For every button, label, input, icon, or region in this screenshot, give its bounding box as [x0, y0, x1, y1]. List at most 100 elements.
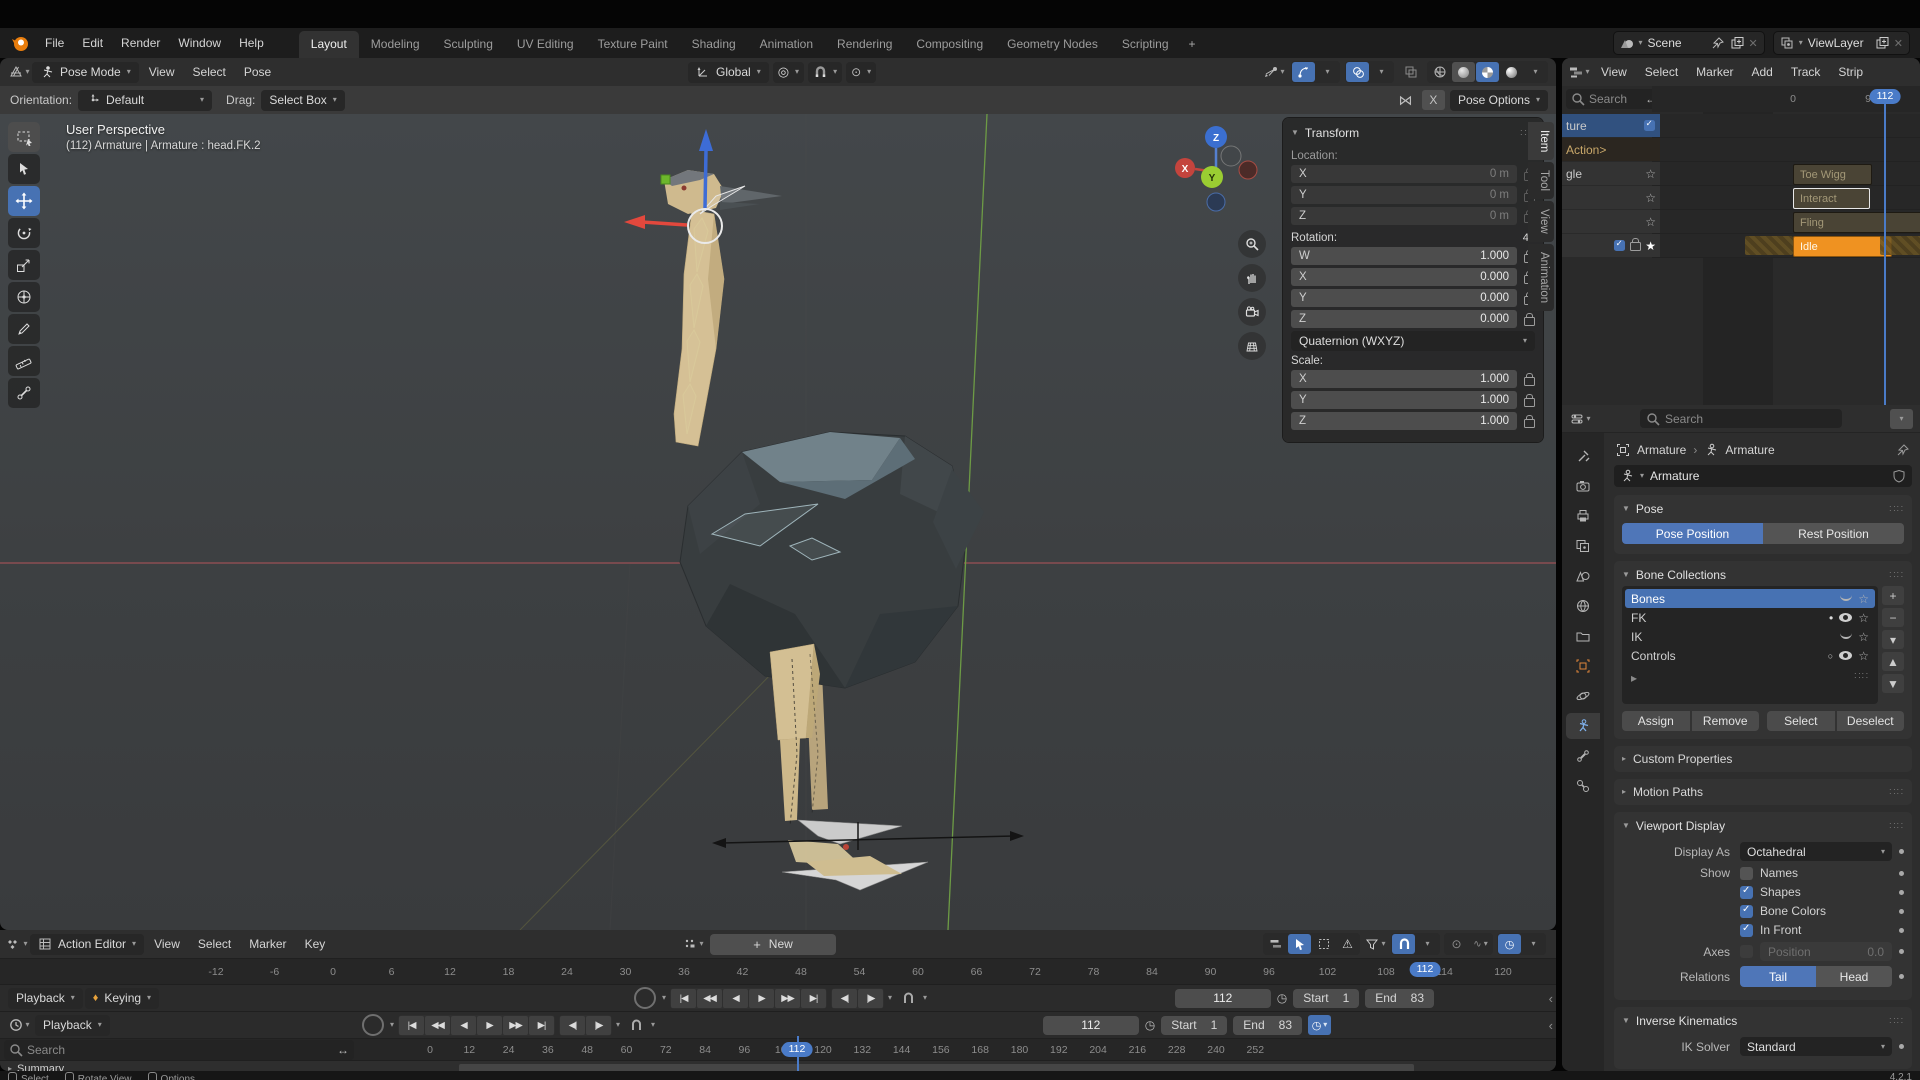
start-frame-field-1[interactable]: Start1 — [1293, 989, 1359, 1008]
axes-checkbox[interactable] — [1740, 945, 1753, 958]
properties-tab-output[interactable] — [1566, 503, 1600, 529]
assign-button[interactable]: Assign — [1622, 711, 1690, 731]
show-hidden-toggle[interactable] — [1312, 934, 1335, 954]
editor-type-button[interactable]: ▾ — [8, 62, 31, 82]
workspace-tab-rendering[interactable]: Rendering — [825, 31, 904, 58]
workspace-tab-scripting[interactable]: Scripting — [1110, 31, 1181, 58]
tool-scale[interactable] — [8, 250, 40, 280]
visibility-dropdown[interactable]: ▾ — [1263, 62, 1286, 82]
menu-edit[interactable]: Edit — [73, 33, 112, 53]
remove-viewlayer-icon[interactable]: ✕ — [1894, 37, 1903, 50]
unlink-scene-icon[interactable]: ✕ — [1749, 37, 1758, 50]
camera-view-button[interactable] — [1238, 298, 1266, 326]
move-up-collection-button[interactable]: ▲ — [1882, 652, 1904, 671]
rotation-z-field[interactable]: Z0.000 — [1291, 310, 1517, 328]
snap-playhead-toggle-2[interactable] — [624, 1015, 647, 1035]
bone-collection-controls[interactable]: Controls○☆ — [1625, 646, 1875, 665]
tool-transform[interactable] — [8, 282, 40, 312]
nla-track-4[interactable]: ☆ — [1562, 210, 1660, 233]
specials-collection-button[interactable]: ▾ — [1882, 630, 1904, 649]
nla-menu-track[interactable]: Track — [1782, 62, 1830, 82]
star-icon[interactable]: ☆ — [1858, 650, 1869, 662]
tool-rotate[interactable] — [8, 218, 40, 248]
properties-editor-type-button[interactable]: ▾ — [1569, 409, 1592, 429]
dopesheet-ruler-playhead-badge[interactable]: 112 — [1410, 962, 1441, 977]
shading-material[interactable] — [1476, 62, 1499, 82]
transport2-prev[interactable]: ◀ — [451, 1016, 476, 1035]
npanel-tab-tool[interactable]: Tool — [1528, 162, 1554, 199]
tool-measure[interactable] — [8, 346, 40, 376]
dopesheet-editor-type-button[interactable]: ▾ — [6, 934, 29, 954]
new-viewlayer-icon[interactable] — [1875, 36, 1889, 50]
pin-icon[interactable] — [1711, 36, 1725, 50]
shading-wireframe[interactable] — [1428, 62, 1451, 82]
falloff-dropdown[interactable]: ∿▾ — [1469, 934, 1492, 954]
xray-toggle[interactable] — [1399, 62, 1422, 82]
eye-closed-icon[interactable] — [1840, 593, 1852, 601]
current-frame-field-1[interactable]: 112 — [1175, 989, 1271, 1008]
dopesheet-mode-dropdown[interactable]: Action Editor▾ — [30, 934, 144, 955]
sync-dropdown[interactable]: ▾ — [1522, 934, 1545, 954]
viewport-canvas[interactable]: User Perspective (112) Armature | Armatu… — [0, 114, 1556, 930]
bone-collection-bones[interactable]: Bones☆ — [1625, 589, 1875, 608]
star-icon[interactable]: ☆ — [1858, 612, 1869, 624]
breadcrumb-data[interactable]: Armature — [1725, 443, 1774, 457]
deselect-button[interactable]: Deselect — [1837, 711, 1905, 731]
filter-dropdown[interactable]: ▾ — [1364, 934, 1387, 954]
timeline-ruler[interactable]: Search ↔ 0122436486072849610812013214415… — [0, 1038, 1556, 1060]
transport2-barprev[interactable]: |◀ — [399, 1016, 424, 1035]
pose-options-dropdown[interactable]: Pose Options▾ — [1450, 90, 1548, 111]
eye-closed-icon[interactable] — [1840, 631, 1852, 639]
current-frame-field-2[interactable]: 112 — [1043, 1016, 1139, 1035]
menu-file[interactable]: File — [36, 33, 73, 53]
viewport-menu-pose[interactable]: Pose — [235, 62, 280, 82]
timeline-search-field[interactable]: Search ↔ — [4, 1040, 354, 1060]
workspace-tab-geometry-nodes[interactable]: Geometry Nodes — [995, 31, 1110, 58]
workspace-tab-modeling[interactable]: Modeling — [359, 31, 432, 58]
workspace-tab-layout[interactable]: Layout — [299, 31, 359, 58]
nla-playhead-badge[interactable]: 112 — [1870, 89, 1901, 104]
snapping-toggle[interactable] — [1392, 934, 1415, 954]
auto-keying-toggle-2[interactable] — [362, 1014, 384, 1036]
summary-row[interactable]: ▸Summary — [0, 1060, 1556, 1071]
show-channels-toggle[interactable] — [1264, 934, 1287, 954]
show-overlays-toggle[interactable] — [1346, 62, 1369, 82]
animate-dot[interactable] — [1899, 871, 1904, 876]
move-down-collection-button[interactable]: ▼ — [1882, 674, 1904, 693]
bone-colors-checkbox[interactable] — [1740, 905, 1753, 918]
nla-menu-add[interactable]: Add — [1743, 62, 1782, 82]
armature-name-field[interactable]: ▾ Armature — [1614, 465, 1912, 487]
axis-gizmo[interactable]: Z X Y — [1168, 116, 1268, 221]
jump1-barnext[interactable]: |▶ — [858, 989, 883, 1008]
dopesheet-menu-marker[interactable]: Marker — [240, 934, 295, 954]
properties-tab-object[interactable] — [1566, 653, 1600, 679]
tool-annotate[interactable] — [8, 314, 40, 344]
snap-playhead-toggle-1[interactable] — [896, 988, 919, 1008]
transport1-prev[interactable]: ◀ — [723, 989, 748, 1008]
mirror-x-toggle[interactable]: X — [1422, 90, 1445, 110]
transport1-nextbar[interactable]: ▶| — [801, 989, 826, 1008]
end-frame-field-2[interactable]: End83 — [1233, 1016, 1302, 1035]
scale-x-lock-icon[interactable] — [1524, 377, 1535, 386]
workspace-tab-shading[interactable]: Shading — [680, 31, 748, 58]
properties-tab-bone[interactable] — [1566, 743, 1600, 769]
tool-pose-tool[interactable] — [8, 378, 40, 408]
shield-icon[interactable] — [1892, 469, 1906, 483]
breadcrumb-object[interactable]: Armature — [1637, 443, 1686, 457]
dopesheet-menu-key[interactable]: Key — [296, 934, 335, 954]
track-checkbox[interactable] — [1644, 120, 1655, 131]
workspace-tab-sculpting[interactable]: Sculpting — [432, 31, 505, 58]
nla-track-3[interactable]: ☆ — [1562, 186, 1660, 209]
npanel-tab-item[interactable]: Item — [1528, 122, 1554, 160]
region-collapse-1[interactable]: ‹ — [1549, 991, 1553, 1006]
nla-track-5[interactable]: ★ — [1562, 234, 1660, 257]
start-frame-field-2[interactable]: Start1 — [1161, 1016, 1227, 1035]
properties-search-field[interactable]: Search — [1640, 409, 1842, 428]
properties-options-dropdown[interactable]: ▾ — [1890, 409, 1913, 429]
nla-menu-marker[interactable]: Marker — [1687, 62, 1742, 82]
nla-strip-interact[interactable]: Interact — [1793, 188, 1870, 209]
show-gizmo-toggle[interactable] — [1292, 62, 1315, 82]
relations-head-button[interactable]: Head — [1816, 966, 1892, 987]
properties-tab-collection[interactable] — [1566, 623, 1600, 649]
display-as-dropdown[interactable]: Octahedral▾ — [1740, 842, 1892, 861]
